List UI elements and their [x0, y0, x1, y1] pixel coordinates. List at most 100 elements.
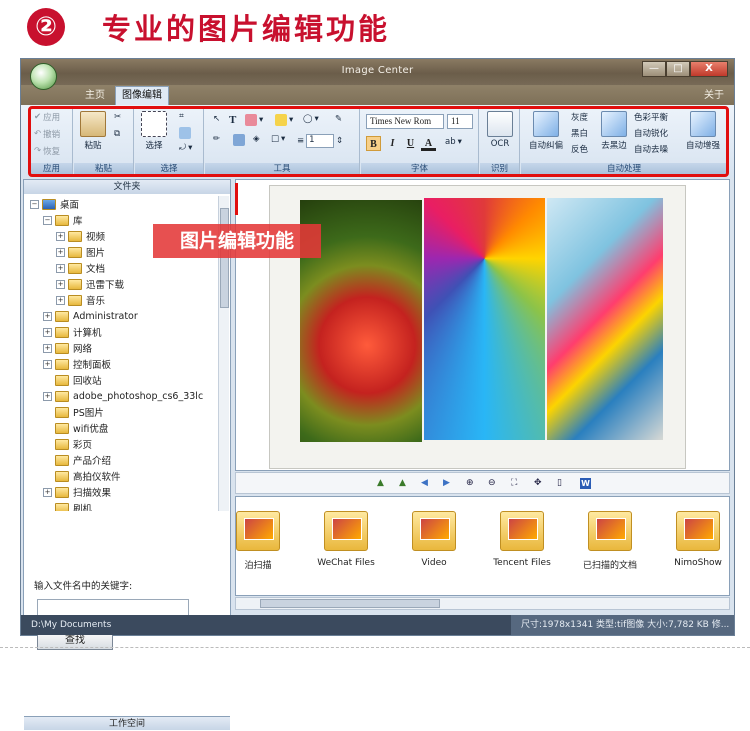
tree-node[interactable]: + 文档 — [56, 260, 105, 276]
thumbnail-item[interactable]: 泊扫描 — [218, 511, 298, 571]
tree-expander-icon[interactable]: + — [43, 327, 52, 337]
folder-icon — [55, 326, 69, 338]
headline-number: ② — [27, 8, 65, 46]
page-icon[interactable]: ▯ — [557, 478, 568, 489]
flip-horizontal-icon[interactable]: ▲ — [399, 478, 410, 489]
ribbon-tabs: 主页 图像编辑 关于 — [21, 85, 734, 105]
thumbnail-item[interactable]: 已扫描的文档 — [570, 511, 650, 571]
tree-node[interactable]: + 扫描效果 — [43, 484, 111, 500]
tree-expander-icon[interactable]: + — [56, 263, 65, 273]
flip-vertical-icon[interactable]: ▲ — [377, 478, 388, 489]
app-window: Image Center — □ X 主页 图像编辑 关于 ✔ 应用 ↶ 撤销 ↷ 恢… — [20, 58, 735, 730]
fit-window-icon[interactable]: ⛶ — [511, 478, 522, 489]
tree-node[interactable]: − 库 — [43, 212, 83, 228]
tree-node-label: 图片 — [86, 248, 106, 259]
folder-panel-header: 文件夹 — [24, 180, 230, 194]
tree-node-label: 刷机 — [73, 504, 93, 511]
tree-node[interactable]: 高拍仪软件 — [43, 468, 121, 484]
folder-icon — [68, 262, 82, 274]
folder-icon — [55, 470, 69, 482]
word-export-icon[interactable]: W — [580, 478, 591, 489]
tree-node[interactable]: + Administrator — [43, 308, 138, 324]
folder-thumbnail-icon — [236, 511, 280, 551]
folder-thumbnail-icon — [588, 511, 632, 551]
tree-expander-icon[interactable]: + — [43, 359, 52, 369]
tree-node[interactable]: PS图片 — [43, 404, 104, 420]
tree-node[interactable]: wifi优盘 — [43, 420, 108, 436]
tree-expander-icon[interactable]: + — [56, 231, 65, 241]
tree-node[interactable]: + 音乐 — [56, 292, 105, 308]
zoom-out-icon[interactable]: ⊖ — [488, 478, 499, 489]
tree-node-label: 视频 — [86, 232, 106, 243]
minimize-button[interactable]: — — [642, 61, 666, 77]
thumbnail-item[interactable]: NimoShow — [658, 511, 738, 568]
folder-thumbnail-icon — [412, 511, 456, 551]
thumbnail-label: NimoShow — [674, 558, 722, 568]
tree-node[interactable]: 刷机 — [43, 500, 92, 511]
tab-about[interactable]: 关于 — [704, 87, 724, 105]
tree-node-label: 彩页 — [73, 440, 93, 451]
tree-expander-icon[interactable]: − — [30, 199, 39, 209]
tree-node-label: PS图片 — [73, 408, 104, 419]
next-icon[interactable]: ▶ — [443, 478, 454, 489]
app-logo-icon[interactable] — [30, 63, 57, 90]
scrollbar-thumb[interactable] — [220, 208, 229, 308]
tree-node-label: 计算机 — [73, 328, 102, 339]
thumbnail-item[interactable]: Video — [394, 511, 474, 568]
tree-node[interactable]: + adobe_photoshop_cs6_33lc — [43, 388, 203, 404]
actual-size-icon[interactable]: ✥ — [534, 478, 545, 489]
tree-node[interactable]: + 迅雷下载 — [56, 276, 124, 292]
thumbnail-label: Tencent Files — [493, 558, 551, 568]
status-image-info: 尺寸:1978x1341 类型:tif图像 大小:7,782 KB 修... — [511, 615, 734, 635]
folder-icon — [68, 230, 82, 242]
tree-expander-icon[interactable]: + — [43, 311, 52, 321]
thumbnail-label: Video — [421, 558, 447, 568]
tree-node[interactable]: + 网络 — [43, 340, 92, 356]
folder-thumbnail-icon — [500, 511, 544, 551]
thumbnail-item[interactable]: Tencent Files — [482, 511, 562, 568]
folder-icon — [55, 374, 69, 386]
tab-home[interactable]: 主页 — [77, 87, 113, 105]
tree-expander-icon[interactable]: + — [56, 279, 65, 289]
tree-node-label: 产品介绍 — [73, 456, 112, 467]
tree-node[interactable]: 产品介绍 — [43, 452, 111, 468]
tree-node[interactable]: + 控制面板 — [43, 356, 111, 372]
tree-node-label: 文档 — [86, 264, 106, 275]
folder-icon — [55, 486, 69, 498]
close-button[interactable]: X — [690, 61, 728, 77]
tree-node-label: adobe_photoshop_cs6_33lc — [73, 390, 204, 402]
scrollbar-thumb[interactable] — [260, 599, 440, 608]
tree-node[interactable]: + 图片 — [56, 244, 105, 260]
tree-node-label: 回收站 — [73, 376, 102, 387]
folder-thumbnail-icon — [676, 511, 720, 551]
tree-node[interactable]: − 桌面 — [30, 196, 79, 212]
window-title: Image Center — [341, 65, 414, 76]
workspace-header[interactable]: 工作空间 — [24, 716, 230, 730]
tree-node[interactable]: + 计算机 — [43, 324, 102, 340]
thumbnail-item[interactable]: WeChat Files — [306, 511, 386, 568]
tree-node-label: 迅雷下载 — [86, 280, 125, 291]
folder-icon — [55, 502, 69, 511]
bottom-divider — [0, 647, 750, 648]
tree-expander-icon[interactable]: + — [43, 343, 52, 353]
thumbnail-scrollbar[interactable] — [235, 597, 730, 610]
tree-expander-icon[interactable]: − — [43, 215, 52, 225]
tree-expander-icon[interactable]: + — [43, 391, 52, 401]
tree-node[interactable]: + 视频 — [56, 228, 105, 244]
tree-node[interactable]: 彩页 — [43, 436, 92, 452]
thumbnail-label: WeChat Files — [317, 558, 375, 568]
callout-pointer — [235, 183, 238, 215]
maximize-button[interactable]: □ — [666, 61, 690, 77]
zoom-in-icon[interactable]: ⊕ — [466, 478, 477, 489]
tab-image-edit[interactable]: 图像编辑 — [115, 86, 169, 105]
tree-node[interactable]: 回收站 — [43, 372, 102, 388]
document-image[interactable] — [269, 185, 686, 469]
pencils-image — [547, 198, 663, 440]
previous-icon[interactable]: ◀ — [421, 478, 432, 489]
tree-expander-icon[interactable]: + — [56, 247, 65, 257]
thumbnail-strip: 泊扫描 WeChat Files Video Tencent Files 已扫描的文档 N… — [235, 496, 730, 596]
status-bar: D:\My Documents 尺寸:1978x1341 类型:tif图像 大小… — [21, 615, 734, 635]
folder-thumbnail-icon — [324, 511, 368, 551]
tree-expander-icon[interactable]: + — [43, 487, 52, 497]
tree-expander-icon[interactable]: + — [56, 295, 65, 305]
